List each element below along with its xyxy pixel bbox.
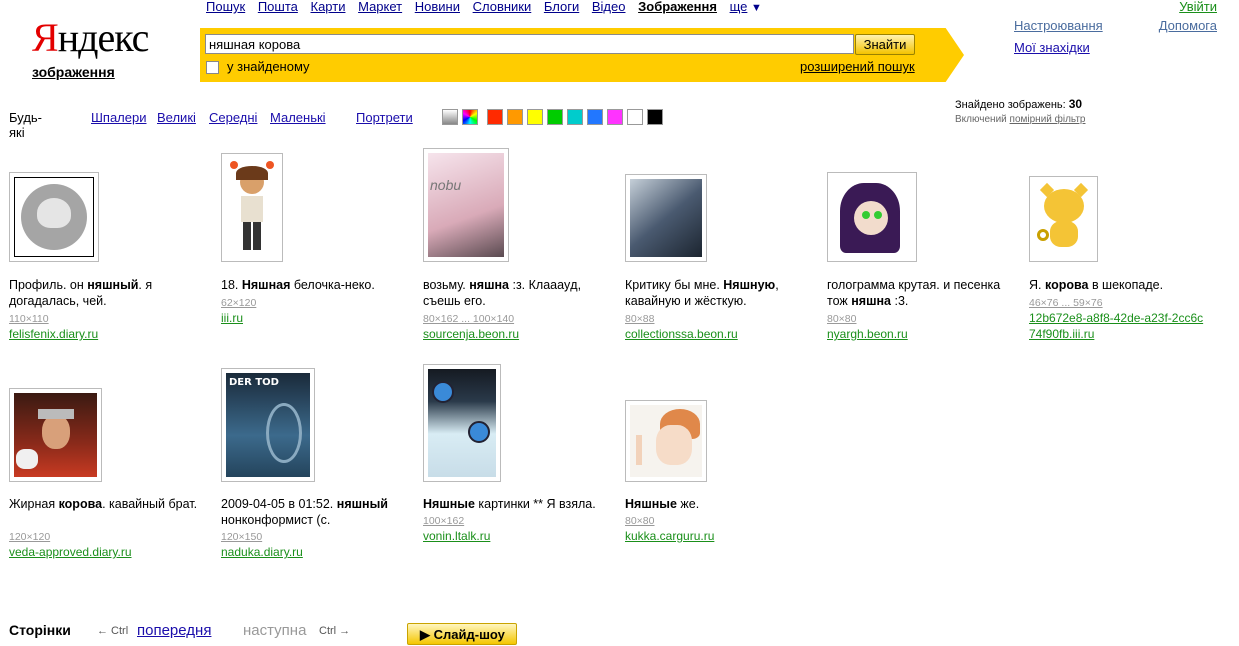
play-icon: ▶ <box>420 627 430 642</box>
color-swatch-black[interactable] <box>647 109 663 125</box>
nav-more[interactable]: ще <box>730 0 748 14</box>
filter-wallpapers[interactable]: Шпалери <box>91 110 147 125</box>
result-source[interactable]: 12b672e8-a8f8-42de-a23f-2cc6c74f90fb.iii… <box>1029 310 1204 342</box>
result-source[interactable]: felisfenix.diary.ru <box>9 326 199 342</box>
nav-dictionaries[interactable]: Словники <box>473 0 532 14</box>
advanced-search-link[interactable]: розширений пошук <box>800 59 915 74</box>
result-thumbnail[interactable] <box>827 172 917 262</box>
color-swatch-red[interactable] <box>487 109 503 125</box>
search-in-found-checkbox[interactable] <box>206 61 219 74</box>
result-thumbnail[interactable] <box>423 364 501 482</box>
result-caption: Няшные же. <box>625 497 700 511</box>
color-swatch-multicolor[interactable] <box>462 109 478 125</box>
result-thumbnail[interactable] <box>625 400 707 482</box>
result-caption: 2009-04-05 в 01:52. няшный нонконформист… <box>221 497 388 527</box>
help-link[interactable]: Допомога <box>1159 18 1217 33</box>
safe-filter-prefix: Включений <box>955 114 1007 125</box>
service-nav: Пошук Пошта Карти Маркет Новини Словники… <box>206 0 762 14</box>
service-title[interactable]: зображення <box>32 64 115 80</box>
login-link[interactable]: Увійти <box>1179 0 1217 14</box>
result-thumbnail[interactable] <box>221 153 283 262</box>
safe-filter-info: Включений помірний фільтр <box>955 114 1086 125</box>
prev-hotkey-hint: ← Ctrl <box>97 625 129 637</box>
search-in-found-label: у знайденому <box>227 59 310 74</box>
result-thumbnail[interactable] <box>625 174 707 262</box>
color-swatch-green[interactable] <box>547 109 563 125</box>
result-caption: 18. Няшная белочка-неко. <box>221 278 375 292</box>
nav-news[interactable]: Новини <box>415 0 460 14</box>
my-finds-link[interactable]: Мої знахідки <box>1014 40 1090 55</box>
results-count: Знайдено зображень: 30 <box>955 97 1082 111</box>
logo-rest: ндекс <box>57 15 150 60</box>
result-thumbnail[interactable] <box>9 172 99 262</box>
safe-filter-link[interactable]: помірний фільтр <box>1010 114 1086 125</box>
result-thumbnail[interactable]: DER TOD <box>221 368 315 482</box>
filter-large[interactable]: Великі <box>157 110 196 125</box>
nav-images[interactable]: Зображення <box>638 0 717 14</box>
result-source[interactable]: collectionssa.beon.ru <box>625 326 815 342</box>
result-size[interactable]: 80×80 <box>827 312 857 326</box>
chevron-down-icon[interactable]: ▼ <box>751 2 762 14</box>
pager-title: Сторінки <box>9 622 71 638</box>
result-source[interactable]: kukka.carguru.ru <box>625 528 815 544</box>
color-swatch-white[interactable] <box>627 109 643 125</box>
next-hotkey-hint: Ctrl → <box>319 625 351 637</box>
result-size[interactable]: 120×120 <box>9 530 50 544</box>
result-size[interactable]: 62×120 <box>221 296 256 310</box>
result-caption: возьму. няшна :з. Клаааyд, съешь его. <box>423 278 582 308</box>
result-caption: Няшные картинки ** Я взяла. <box>423 497 596 511</box>
result-source[interactable]: nyargh.beon.ru <box>827 326 1017 342</box>
yandex-logo[interactable]: Яндекс <box>32 15 150 60</box>
color-swatch-gray[interactable] <box>442 109 458 125</box>
thumb-text: DER TOD <box>229 377 279 388</box>
result-size[interactable]: 80×88 <box>625 312 655 326</box>
color-swatch-violet[interactable] <box>607 109 623 125</box>
search-button[interactable]: Знайти <box>855 34 915 55</box>
nav-search[interactable]: Пошук <box>206 0 245 14</box>
prev-page-link[interactable]: попередня <box>137 622 211 639</box>
result-thumbnail[interactable] <box>1029 176 1098 262</box>
result-size[interactable]: 110×110 <box>9 312 49 326</box>
slideshow-label: Слайд-шоу <box>433 627 505 642</box>
logo-first-letter: Я <box>32 15 59 60</box>
filter-portraits[interactable]: Портрети <box>356 110 413 125</box>
result-source[interactable]: vonin.ltalk.ru <box>423 528 613 544</box>
color-swatch-cyan[interactable] <box>567 109 583 125</box>
filter-any[interactable]: Будь-які <box>9 110 42 140</box>
result-source[interactable]: veda-approved.diary.ru <box>9 544 199 560</box>
search-input[interactable] <box>205 34 854 54</box>
results-count-label: Знайдено зображень: <box>955 99 1066 111</box>
result-caption: Я. корова в шекопаде. <box>1029 278 1164 292</box>
slideshow-button[interactable]: ▶ Слайд-шоу <box>407 623 517 645</box>
filter-small[interactable]: Маленькі <box>270 110 326 125</box>
results-count-value: 30 <box>1068 97 1083 111</box>
nav-blogs[interactable]: Блоги <box>544 0 579 14</box>
color-swatch-blue[interactable] <box>587 109 603 125</box>
nav-maps[interactable]: Карти <box>311 0 346 14</box>
nav-mail[interactable]: Пошта <box>258 0 298 14</box>
result-size[interactable]: 80×80 <box>625 514 655 528</box>
result-caption: Критику бы мне. Няшную, кавайную и жёстк… <box>625 278 779 308</box>
result-size[interactable]: 80×162 ... 100×140 <box>423 312 514 326</box>
next-page-label: наступна <box>243 622 307 639</box>
settings-link[interactable]: Настроювання <box>1014 18 1103 33</box>
thumb-text: nobu <box>430 177 462 193</box>
result-caption: голограмма крутая. и песенка тож няшна :… <box>827 278 1001 308</box>
result-source[interactable]: sourcenja.beon.ru <box>423 326 613 342</box>
result-source[interactable]: iii.ru <box>221 310 411 326</box>
result-size[interactable]: 120×150 <box>221 530 262 544</box>
result-size[interactable]: 100×162 <box>423 514 464 528</box>
color-swatch-yellow[interactable] <box>527 109 543 125</box>
result-thumbnail[interactable]: nobu <box>423 148 509 262</box>
result-caption: Профиль. он няшный. я догадалась, чей. <box>9 278 153 308</box>
nav-market[interactable]: Маркет <box>358 0 402 14</box>
filter-medium[interactable]: Середні <box>209 110 257 125</box>
result-size[interactable]: 46×76 ... 59×76 <box>1029 296 1103 310</box>
color-swatch-orange[interactable] <box>507 109 523 125</box>
result-caption: Жирная корова. кавайный брат. <box>9 497 198 511</box>
nav-video[interactable]: Відео <box>592 0 626 14</box>
result-source[interactable]: naduka.diary.ru <box>221 544 411 560</box>
result-thumbnail[interactable] <box>9 388 102 482</box>
